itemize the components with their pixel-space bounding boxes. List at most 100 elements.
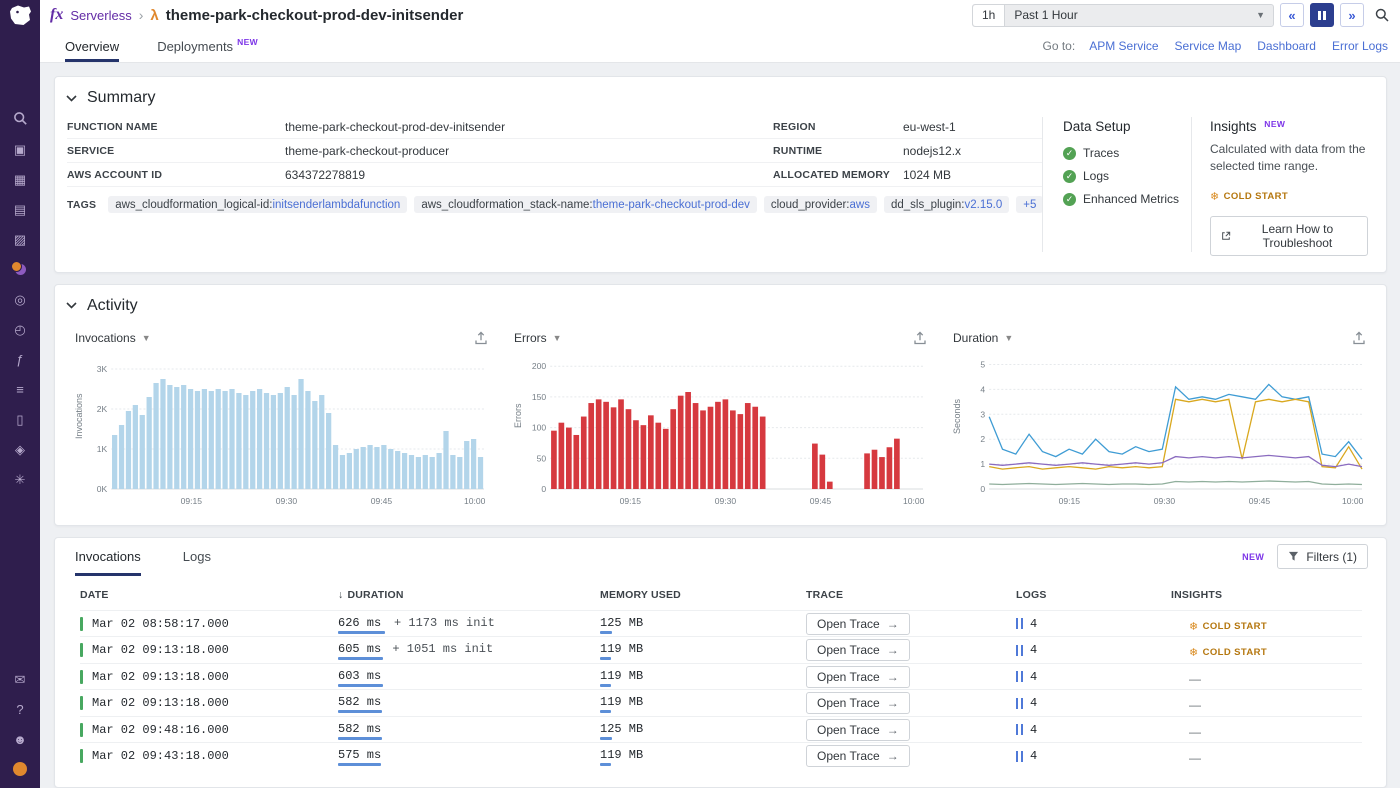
open-trace-button[interactable]: Open Trace → <box>806 718 910 741</box>
tag-chip[interactable]: aws_cloudformation_logical-id:initsender… <box>108 196 408 213</box>
users-icon[interactable]: ☻ <box>12 731 29 748</box>
security-icon[interactable]: ◈ <box>12 441 29 458</box>
y-axis-label: Invocations <box>74 393 84 439</box>
tags-more-chip[interactable]: +5 <box>1016 196 1044 213</box>
open-trace-label: Open Trace <box>817 696 880 711</box>
chevron-down-icon[interactable]: ▼ <box>553 333 562 343</box>
svg-text:200: 200 <box>532 361 547 371</box>
lambda-icon: λ <box>150 6 159 24</box>
arrow-right-icon: → <box>886 643 899 658</box>
filters-button[interactable]: Filters (1) <box>1277 544 1368 570</box>
chevron-down-icon: ▼ <box>1256 10 1265 20</box>
tags-list: aws_cloudformation_logical-id:initsender… <box>108 196 1044 213</box>
dashboards-icon[interactable]: ▦ <box>12 171 29 188</box>
learn-troubleshoot-button[interactable]: Learn How to Troubleshoot <box>1210 215 1368 256</box>
pause-button[interactable] <box>1310 3 1334 27</box>
tag-chip[interactable]: dd_sls_plugin:v2.15.0 <box>883 196 1010 213</box>
cold-start-icon: ❄ <box>1189 620 1199 633</box>
monitors-icon[interactable]: ▤ <box>12 201 29 218</box>
arrow-right-icon: → <box>886 616 899 631</box>
table-row[interactable]: Mar 02 08:58:17.000 626 ms + 1173 ms ini… <box>80 609 1362 637</box>
svg-text:1: 1 <box>980 459 985 469</box>
table-row[interactable]: Mar 02 09:13:18.000 603 ms 119 MB Open T… <box>80 662 1362 690</box>
cold-start-badge: ❄ COLD START <box>1189 620 1267 633</box>
column-insights[interactable]: INSIGHTS <box>1171 589 1362 601</box>
collapse-chevron-icon[interactable] <box>65 94 78 103</box>
open-trace-button[interactable]: Open Trace → <box>806 612 910 635</box>
row-init-duration: + 1173 ms init <box>394 615 495 630</box>
chevron-down-icon[interactable]: ▼ <box>1004 333 1013 343</box>
search-icon[interactable] <box>12 111 29 128</box>
export-icon[interactable] <box>913 331 927 345</box>
open-trace-label: Open Trace <box>817 749 880 764</box>
chart-title[interactable]: Errors <box>514 331 547 345</box>
column-trace[interactable]: TRACE <box>806 589 1016 601</box>
metrics-icon[interactable]: ▨ <box>12 231 29 248</box>
export-icon[interactable] <box>1352 331 1366 345</box>
open-trace-button[interactable]: Open Trace → <box>806 692 910 715</box>
breadcrumb-serverless-link[interactable]: Serverless <box>70 8 131 23</box>
column-duration[interactable]: ↓ DURATION <box>338 589 600 601</box>
table-header: DATE ↓ DURATION MEMORY USED TRACE LOGS IN… <box>80 589 1362 610</box>
table-row[interactable]: Mar 02 09:48:16.000 582 ms 125 MB Open T… <box>80 715 1362 743</box>
apm-icon[interactable] <box>10 261 29 278</box>
column-date[interactable]: DATE <box>80 589 338 601</box>
goto-link-error-logs[interactable]: Error Logs <box>1332 39 1388 53</box>
breadcrumb-separator: › <box>138 7 144 23</box>
chart-title[interactable]: Duration <box>953 331 998 345</box>
export-icon[interactable] <box>474 331 488 345</box>
tab-logs[interactable]: Logs <box>183 538 211 576</box>
goto-link-dashboard[interactable]: Dashboard <box>1257 39 1316 53</box>
svg-text:5: 5 <box>980 359 985 369</box>
activity-card: Activity Invocations ▼ Invocations 0K 1K… <box>54 283 1387 526</box>
memory-bar <box>600 683 612 687</box>
insights-description: Calculated with data from the selected t… <box>1210 142 1366 174</box>
skip-forward-button[interactable]: » <box>1340 3 1364 27</box>
open-trace-button[interactable]: Open Trace → <box>806 745 910 768</box>
skip-back-button[interactable]: « <box>1280 3 1304 27</box>
status-indicator <box>80 643 83 658</box>
tab-invocations[interactable]: Invocations <box>75 538 141 576</box>
watchdog-icon[interactable]: ◎ <box>12 291 29 308</box>
help-icon[interactable]: ? <box>12 701 29 718</box>
pipelines-icon[interactable]: ≡ <box>12 381 29 398</box>
infrastructure-icon[interactable]: ▣ <box>12 141 29 158</box>
notebooks-icon[interactable]: ▯ <box>12 411 29 428</box>
table-row[interactable]: Mar 02 09:13:18.000 582 ms 119 MB Open T… <box>80 689 1362 716</box>
no-insight-dash: — <box>1189 698 1201 713</box>
open-trace-button[interactable]: Open Trace → <box>806 639 910 662</box>
time-range-selector[interactable]: 1h Past 1 Hour ▼ <box>972 3 1274 27</box>
datadog-logo[interactable] <box>9 5 32 27</box>
table-row[interactable]: Mar 02 09:13:18.000 605 ms + 1051 ms ini… <box>80 636 1362 663</box>
settings-icon[interactable]: ✳ <box>12 471 29 488</box>
collapse-chevron-icon[interactable] <box>65 301 78 310</box>
chevron-down-icon[interactable]: ▼ <box>142 333 151 343</box>
bits-pug-icon[interactable] <box>12 761 29 778</box>
tag-chip[interactable]: cloud_provider:aws <box>763 196 877 213</box>
svg-text:2: 2 <box>980 434 985 444</box>
row-memory: 125 MB <box>600 721 644 736</box>
synthetics-icon[interactable]: ◴ <box>12 321 29 338</box>
tab-deployments[interactable]: Deployments NEW <box>157 30 258 62</box>
goto-link-service-map[interactable]: Service Map <box>1175 39 1242 53</box>
svg-text:09:15: 09:15 <box>1059 496 1081 506</box>
time-range-short[interactable]: 1h <box>973 4 1006 26</box>
open-trace-button[interactable]: Open Trace → <box>806 665 910 688</box>
column-logs[interactable]: LOGS <box>1016 589 1171 601</box>
chart-title[interactable]: Invocations <box>75 331 136 345</box>
row-duration: 626 ms <box>338 615 382 630</box>
logs-icon <box>1016 618 1023 630</box>
svg-text:0: 0 <box>541 484 546 494</box>
column-memory-used[interactable]: MEMORY USED <box>600 589 806 601</box>
search-icon[interactable] <box>1374 7 1390 23</box>
tag-chip[interactable]: aws_cloudformation_stack-name:theme-park… <box>414 196 757 213</box>
duration-bar <box>338 736 382 740</box>
goto-link-apm-service[interactable]: APM Service <box>1089 39 1158 53</box>
row-duration: 605 ms <box>338 642 382 657</box>
tab-overview[interactable]: Overview <box>65 30 120 62</box>
no-insight-dash: — <box>1189 724 1201 739</box>
table-row[interactable]: Mar 02 09:43:18.000 575 ms 119 MB Open T… <box>80 742 1362 769</box>
chat-icon[interactable]: ✉ <box>12 671 29 688</box>
serverless-icon[interactable]: ƒ <box>12 351 29 368</box>
invocations-chart: Invocations ▼ Invocations 0K 1K 2K 3K 09:15 0… <box>74 331 488 511</box>
